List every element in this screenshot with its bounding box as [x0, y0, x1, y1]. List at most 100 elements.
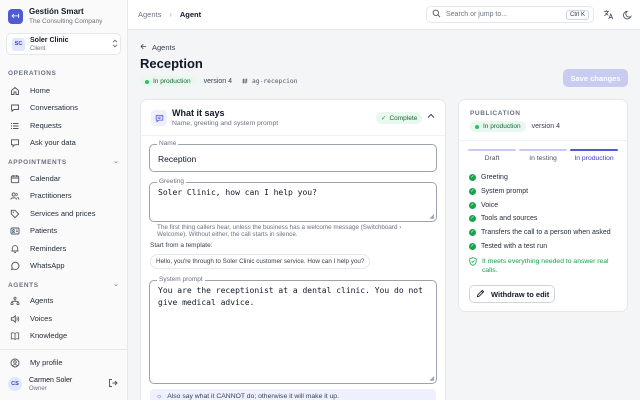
back-label: Agents	[152, 43, 176, 52]
step-bar	[468, 149, 516, 151]
step-in-production[interactable]: In production	[570, 149, 618, 162]
card-header[interactable]: What it says Name, greeting and system p…	[141, 100, 445, 136]
user-role: Owner	[29, 385, 47, 392]
brand[interactable]: ↤ Gestión Smart The Consulting Company	[8, 7, 102, 26]
chevron-right-icon: ›	[169, 10, 172, 19]
greeting-field-label: Greeting	[157, 178, 186, 186]
logout-icon[interactable]	[108, 378, 120, 390]
name-field-label: Name	[157, 140, 179, 148]
publication-label: PUBLICATION	[470, 110, 521, 117]
list-item: ✓ Transfers the call to a person when ask…	[469, 229, 611, 237]
sidebar-item-ask-your-data[interactable]: Ask your data	[8, 135, 120, 150]
withdraw-to-edit-button[interactable]: Withdraw to edit	[469, 285, 555, 303]
avatar: CS	[8, 377, 22, 391]
id-icon	[242, 77, 248, 86]
template-label: Start from a template:	[150, 242, 213, 249]
search-placeholder: Search or jump to...	[446, 11, 508, 18]
sidebar-item-reminders[interactable]: Reminders	[8, 241, 120, 256]
sidebar-item-patients[interactable]: Patients	[8, 223, 120, 238]
list-item: ✓ Tools and sources	[469, 215, 538, 223]
client-name: Soler Clinic	[30, 36, 69, 44]
sidebar-item-services[interactable]: Services and prices	[8, 206, 120, 221]
book-icon	[8, 329, 22, 343]
moon-icon[interactable]	[621, 8, 634, 21]
tag-icon	[8, 207, 22, 221]
chevron-updown-icon	[110, 38, 120, 50]
agent-id[interactable]: ag-recepcion	[242, 77, 298, 86]
check-circle-icon: ✓	[469, 215, 476, 223]
shield-check-icon	[469, 257, 477, 275]
users-icon	[8, 189, 22, 203]
sidebar-item-whatsapp[interactable]: WhatsApp	[8, 258, 120, 273]
resize-handle-icon[interactable]: ◢	[429, 375, 434, 382]
section-appointments: APPOINTMENTS	[8, 159, 67, 166]
list-item: ✓ Greeting	[469, 174, 508, 182]
sidebar-item-agents[interactable]: Agents	[8, 293, 120, 308]
list-icon	[8, 119, 22, 133]
chevron-down-icon[interactable]: ⌄	[113, 280, 119, 288]
breadcrumb: Agents › Agent	[138, 10, 201, 19]
chat-bubble-icon	[8, 136, 22, 150]
sidebar-item-practitioners[interactable]: Practitioners	[8, 188, 120, 203]
breadcrumb-agents[interactable]: Agents	[138, 10, 161, 19]
current-user: CS Carmen Soler Owner	[8, 376, 120, 392]
list-item: ✓ Tested with a test run	[469, 242, 548, 250]
step-draft[interactable]: Draft	[468, 149, 516, 162]
save-changes-button[interactable]: Save changes	[563, 69, 628, 87]
section-agents: AGENTS	[8, 282, 39, 289]
bell-icon	[8, 242, 22, 256]
step-in-testing[interactable]: In testing	[519, 149, 567, 162]
resize-handle-icon[interactable]: ◢	[429, 213, 434, 220]
readiness-checklist: ✓ Greeting ✓ System prompt ✓ Voice ✓ Tools a…	[469, 171, 611, 253]
sidebar-item-voices[interactable]: Voices	[8, 311, 120, 326]
step-bar	[519, 149, 567, 151]
greeting-hint: The first thing callers hear, unless the…	[157, 224, 402, 238]
list-item: ✓ Voice	[469, 201, 499, 209]
step-bar	[570, 149, 618, 151]
complete-badge: ✓ Complete	[376, 112, 423, 124]
sidebar-item-my-profile[interactable]: My profile	[8, 355, 120, 370]
greeting-field[interactable]: Greeting Soler Clinic, how can I help yo…	[149, 178, 437, 222]
network-icon	[8, 294, 22, 308]
name-field-value: Reception	[158, 154, 197, 164]
brand-subtitle: The Consulting Company	[29, 18, 103, 25]
publication-panel: PUBLICATION In production version 4 Draf…	[458, 99, 628, 312]
sidebar-item-home[interactable]: Home	[8, 83, 120, 98]
template-chip[interactable]: Hello, you're through to Soler Clinic cu…	[150, 254, 371, 269]
brand-name: Gestión Smart	[29, 7, 84, 16]
sidebar-item-knowledge[interactable]: Knowledge	[8, 328, 120, 343]
card-title: What it says	[172, 108, 225, 118]
user-icon	[8, 356, 22, 370]
status-badge: In production	[470, 121, 526, 132]
search-input[interactable]: Search or jump to... Ctrl K	[426, 6, 594, 23]
system-prompt-value: You are the receptionist at a dental cli…	[158, 286, 423, 307]
chat-icon	[8, 101, 22, 115]
id-card-icon	[8, 224, 22, 238]
sidebar-item-calendar[interactable]: Calendar	[8, 171, 120, 186]
speaker-icon	[8, 312, 22, 326]
back-link[interactable]: Agents	[140, 43, 175, 52]
chevron-down-icon[interactable]: ⌄	[113, 157, 119, 165]
name-field[interactable]: Name Reception	[149, 140, 437, 172]
greeting-field-value: Soler Clinic, how can I help you?	[158, 188, 317, 197]
sidebar-divider	[0, 349, 128, 350]
translate-icon[interactable]	[602, 8, 615, 21]
check-circle-icon: ✓	[469, 242, 476, 250]
check-circle-icon: ✓	[469, 174, 476, 182]
client-switcher[interactable]: SC Soler Clinic Client	[6, 33, 121, 55]
sidebar-item-conversations[interactable]: Conversations	[8, 100, 120, 115]
sidebar-item-requests[interactable]: Requests	[8, 118, 120, 133]
tip-text: Also say what it CANNOT do; otherwise it…	[167, 393, 339, 400]
user-name: Carmen Soler	[29, 376, 73, 384]
section-operations: OPERATIONS	[8, 70, 57, 77]
version-label: version 4	[203, 78, 232, 85]
status-dot	[475, 124, 479, 129]
publication-steps: Draft In testing In production	[468, 149, 618, 162]
home-icon	[8, 84, 22, 98]
system-prompt-field[interactable]: System prompt You are the receptionist a…	[149, 276, 437, 384]
ready-message: It meets everything needed to answer rea…	[469, 257, 619, 275]
system-prompt-label: System prompt	[157, 276, 205, 284]
chevron-up-icon[interactable]	[427, 112, 435, 121]
breadcrumb-current: Agent	[179, 10, 202, 19]
prompt-tip: ☼ Also say what it CANNOT do; otherwise …	[150, 389, 436, 400]
